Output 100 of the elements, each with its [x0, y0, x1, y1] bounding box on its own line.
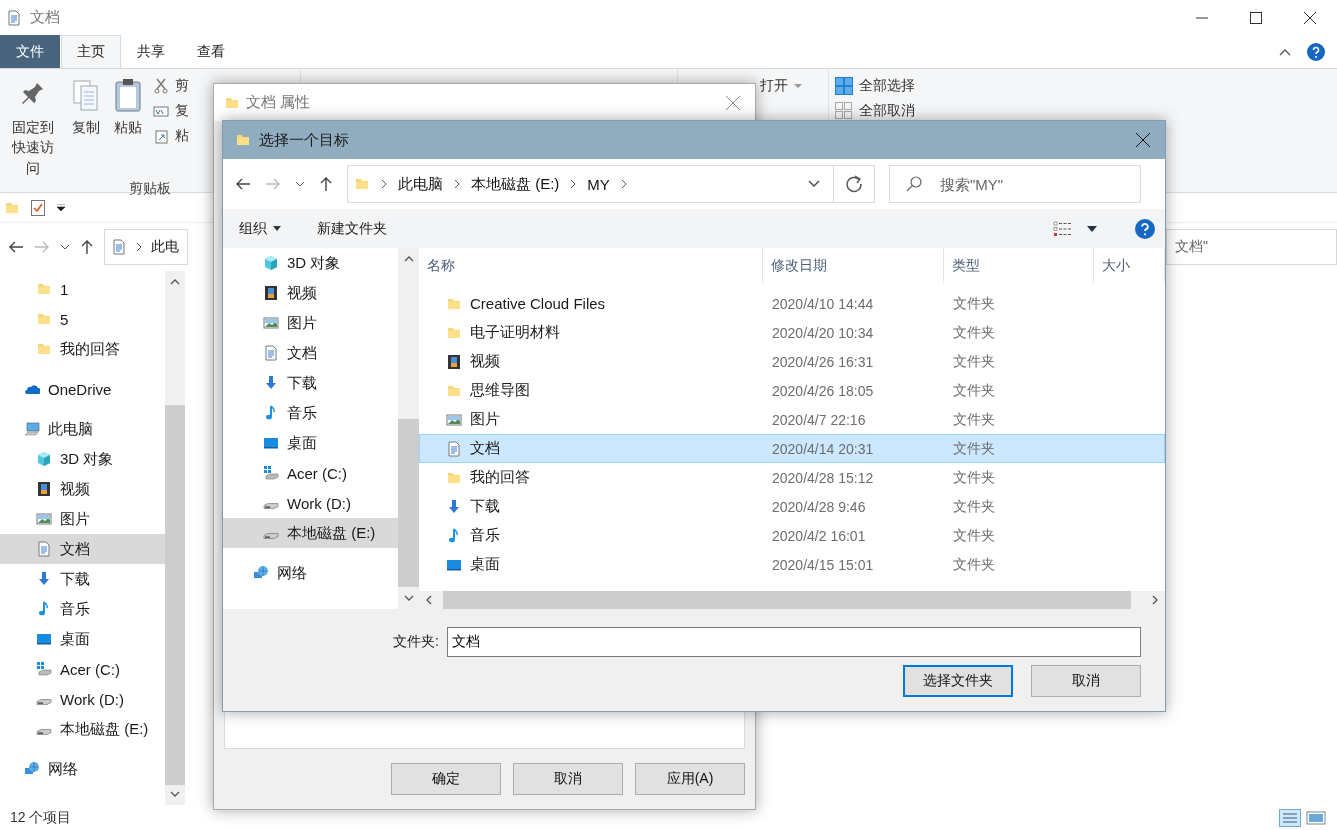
tree-item[interactable]: 视频 [0, 474, 165, 504]
help-icon[interactable] [1135, 218, 1155, 239]
tree-item[interactable]: Work (D:) [0, 684, 165, 714]
details-view-icon[interactable] [1279, 808, 1301, 827]
ribbon-button[interactable]: 剪 [150, 75, 191, 97]
ribbon-button[interactable]: 复 [150, 100, 191, 122]
toolbar-button[interactable]: 新建文件夹 [317, 219, 387, 238]
help-icon[interactable] [1307, 42, 1325, 61]
breadcrumb[interactable]: 此电脑 [398, 174, 443, 194]
dialog-button[interactable]: 确定 [391, 763, 501, 795]
file-row[interactable]: 视频 2020/4/26 16:31 文件夹 [419, 347, 1165, 376]
breadcrumb[interactable]: MY [587, 175, 610, 193]
ribbon-tab[interactable]: 主页 [61, 35, 121, 68]
monitor-icon [36, 631, 52, 647]
ribbon-button[interactable]: 全部选择 [833, 75, 917, 97]
scrollbar-thumb[interactable] [443, 591, 1131, 609]
tree-item[interactable]: 我的回答 [0, 334, 165, 364]
ribbon-button[interactable]: 粘 [150, 125, 191, 147]
column-header[interactable]: 类型 [944, 248, 1094, 283]
ribbon-button[interactable]: 复制 [66, 75, 105, 180]
close-icon[interactable] [1304, 11, 1316, 24]
refresh-icon[interactable] [845, 175, 863, 193]
chevron-icon[interactable] [380, 179, 388, 189]
tree-item[interactable]: 图片 [223, 308, 398, 338]
ribbon-button[interactable]: 固定到快速访问 [4, 75, 63, 180]
tree-item[interactable]: 桌面 [223, 428, 398, 458]
ribbon-button[interactable]: 粘贴 [108, 75, 147, 180]
column-header[interactable]: 名称 [419, 248, 763, 283]
up-button[interactable] [80, 239, 94, 255]
search-field[interactable]: 文档" [1166, 229, 1337, 265]
column-header[interactable]: 修改日期 [763, 248, 944, 283]
file-row[interactable]: 文档 2020/4/14 20:31 文件夹 [419, 434, 1165, 463]
breadcrumb[interactable]: 此电 [151, 238, 179, 256]
dialog-button[interactable]: 应用(A) [635, 763, 745, 795]
tree-item[interactable]: 3D 对象 [0, 444, 165, 474]
caret-icon[interactable] [1087, 225, 1097, 232]
file-row[interactable]: 我的回答 2020/4/28 15:12 文件夹 [419, 463, 1165, 492]
close-icon[interactable] [1136, 133, 1150, 147]
file-row[interactable]: 图片 2020/4/7 22:16 文件夹 [419, 405, 1165, 434]
chevron-down-icon[interactable] [808, 180, 820, 188]
view-options-icon[interactable] [1053, 220, 1073, 237]
thumbnail-view-icon[interactable] [1305, 808, 1327, 827]
tree-item[interactable]: Acer (C:) [223, 458, 398, 488]
tree-item[interactable]: 此电脑 [0, 414, 165, 444]
ribbon-button[interactable]: 打开 [758, 75, 804, 97]
tree-item[interactable]: 本地磁盘 (E:) [223, 518, 398, 548]
tree-item[interactable]: 网络 [0, 754, 165, 784]
drive-icon [36, 729, 52, 735]
recent-button[interactable] [60, 244, 70, 250]
tree-item[interactable]: 视频 [223, 278, 398, 308]
maximize-icon[interactable] [1250, 11, 1262, 24]
address-bar[interactable]: 此电 [104, 229, 188, 265]
tree-item[interactable]: Acer (C:) [0, 654, 165, 684]
back-button[interactable] [8, 240, 24, 254]
tree-item[interactable]: 音乐 [223, 398, 398, 428]
file-row[interactable]: 音乐 2020/4/2 16:01 文件夹 [419, 521, 1165, 550]
file-row[interactable]: 桌面 2020/4/15 15:01 文件夹 [419, 550, 1165, 579]
folder-field[interactable]: 文档 [447, 627, 1141, 657]
scrollbar-thumb[interactable] [398, 419, 419, 587]
tree-item[interactable]: 网络 [223, 558, 398, 588]
dialog-button[interactable]: 取消 [1031, 665, 1141, 697]
dialog-button[interactable]: 取消 [513, 763, 623, 795]
column-header[interactable]: 大小 [1094, 248, 1165, 283]
up-button[interactable] [319, 176, 333, 192]
tree-item[interactable]: 5 [0, 304, 165, 334]
caret-icon[interactable] [1279, 47, 1291, 56]
file-row[interactable]: 下载 2020/4/28 9:46 文件夹 [419, 492, 1165, 521]
recent-button[interactable] [295, 181, 305, 187]
tree-item[interactable]: 3D 对象 [223, 248, 398, 278]
ribbon-tab[interactable]: 查看 [181, 35, 241, 68]
back-button[interactable] [235, 177, 251, 191]
chevron-icon[interactable] [453, 179, 461, 189]
toolbar-button[interactable]: 组织 [239, 219, 281, 238]
file-row[interactable]: 电子证明材料 2020/4/20 10:34 文件夹 [419, 318, 1165, 347]
tree-item[interactable]: 本地磁盘 (E:) [0, 714, 165, 744]
ribbon-tab[interactable]: 共享 [121, 35, 181, 68]
tree-item[interactable]: OneDrive [0, 374, 165, 404]
file-row[interactable]: Creative Cloud Files 2020/4/10 14:44 文件夹 [419, 289, 1165, 318]
tree-item[interactable]: 下载 [0, 564, 165, 594]
file-tab[interactable]: 文件 [0, 35, 60, 68]
search-field[interactable]: 搜索"MY" [889, 165, 1141, 203]
dialog-button[interactable]: 选择文件夹 [903, 665, 1013, 697]
chevron-icon[interactable] [619, 179, 628, 189]
caret-icon[interactable] [56, 203, 66, 212]
tree-item[interactable]: 音乐 [0, 594, 165, 624]
tree-item[interactable]: 文档 [0, 534, 165, 564]
scrollbar-thumb[interactable] [165, 405, 185, 785]
chevron-icon[interactable] [569, 179, 578, 189]
checklist-icon[interactable] [30, 199, 46, 216]
ribbon-button[interactable]: 全部取消 [833, 100, 917, 122]
tree-item[interactable]: 桌面 [0, 624, 165, 654]
tree-item[interactable]: 文档 [223, 338, 398, 368]
window-title: 文档 [30, 8, 60, 27]
tree-item[interactable]: Work (D:) [223, 488, 398, 518]
tree-item[interactable]: 图片 [0, 504, 165, 534]
tree-item[interactable]: 下载 [223, 368, 398, 398]
file-row[interactable]: 思维导图 2020/4/26 18:05 文件夹 [419, 376, 1165, 405]
tree-item[interactable]: 1 [0, 274, 165, 304]
breadcrumb[interactable]: 本地磁盘 (E:) [471, 174, 560, 194]
minimize-icon[interactable] [1196, 16, 1208, 19]
